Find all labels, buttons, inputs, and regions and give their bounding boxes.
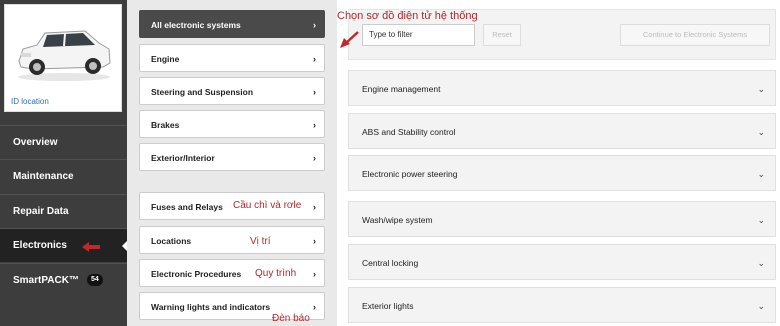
category-label: Brakes [151, 120, 180, 130]
category-label: Exterior/Interior [151, 153, 215, 163]
chevron-down-icon: ⌄ [757, 84, 765, 94]
accordion-engine-management[interactable]: Engine management ⌄ [348, 70, 776, 106]
category-label: Steering and Suspension [151, 87, 254, 97]
accordion-label: Central locking [362, 258, 419, 268]
id-location-link[interactable]: ID location [11, 97, 49, 106]
category-label: Fuses and Relays [151, 202, 223, 212]
chevron-down-icon: ⌄ [757, 169, 765, 179]
accordion-abs-stability[interactable]: ABS and Stability control ⌄ [348, 113, 776, 149]
accordion-central-locking[interactable]: Central locking ⌄ [348, 244, 776, 280]
chevron-down-icon: ⌄ [757, 301, 765, 311]
category-label: All electronic systems [151, 20, 241, 30]
chevron-right-icon: › [313, 153, 316, 163]
accordion-label: Exterior lights [362, 301, 414, 311]
chevron-down-icon: ⌄ [757, 127, 765, 137]
chevron-right-icon: › [313, 87, 316, 97]
vehicle-card: ID location [4, 4, 122, 112]
annotation-procedures: Quy trình [255, 268, 297, 279]
annotation-warning: Đèn báo [272, 313, 310, 324]
category-label: Engine [151, 54, 180, 64]
nav-overview[interactable]: Overview [0, 125, 127, 159]
accordion-label: Wash/wipe system [362, 215, 433, 225]
filter-input[interactable]: Type to filter [362, 24, 475, 46]
system-category-panel: All electronic systems › Engine › Steering… [127, 0, 337, 326]
accordion-label: Engine management [362, 84, 441, 94]
chevron-right-icon: › [313, 269, 316, 279]
annotation-arrow-icon [340, 31, 359, 48]
category-brakes[interactable]: Brakes › [139, 110, 325, 138]
nav-repair-data[interactable]: Repair Data [0, 194, 127, 228]
continue-button[interactable]: Continue to Electronic Systems [620, 24, 770, 46]
nav-label: SmartPACK™ [13, 275, 79, 286]
nav-label: Repair Data [13, 206, 69, 217]
accordion-label: ABS and Stability control [362, 127, 456, 137]
accordion-power-steering[interactable]: Electronic power steering ⌄ [348, 155, 776, 191]
chevron-right-icon: › [313, 202, 316, 212]
chevron-right-icon: › [313, 120, 316, 130]
chevron-right-icon: › [313, 20, 316, 30]
reset-button[interactable]: Reset [483, 24, 521, 46]
accordion-label: Electronic power steering [362, 169, 458, 179]
category-label: Warning lights and indicators [151, 302, 271, 312]
annotation-select-diagram: Chọn sơ đồ điện tử hệ thống [337, 10, 478, 22]
chevron-down-icon: ⌄ [757, 258, 765, 268]
nav-label: Electronics [13, 240, 67, 251]
chevron-right-icon: › [313, 236, 316, 246]
chevron-right-icon: › [313, 54, 316, 64]
category-electronic-procedures[interactable]: Electronic Procedures › [139, 259, 325, 287]
category-engine[interactable]: Engine › [139, 44, 325, 72]
nav-label: Maintenance [13, 171, 74, 182]
vehicle-image [18, 30, 111, 81]
accordion-exterior-lights[interactable]: Exterior lights ⌄ [348, 287, 776, 323]
annotation-locations: Vị trí [250, 236, 271, 247]
category-steering-suspension[interactable]: Steering and Suspension › [139, 77, 325, 105]
category-locations[interactable]: Locations › [139, 226, 325, 254]
annotation-fuses: Cầu chì và rơle [233, 200, 302, 211]
category-exterior-interior[interactable]: Exterior/Interior › [139, 143, 325, 171]
nav-electronics[interactable]: Electronics [0, 228, 127, 262]
accordion-wash-wipe[interactable]: Wash/wipe system ⌄ [348, 201, 776, 237]
category-label: Locations [151, 236, 192, 246]
chevron-down-icon: ⌄ [757, 215, 765, 225]
left-sidebar: ID location Overview Maintenance Repair … [0, 0, 127, 326]
category-all-electronic-systems[interactable]: All electronic systems › [139, 10, 325, 38]
smartpack-count-badge: 54 [86, 274, 103, 287]
nav-maintenance[interactable]: Maintenance [0, 159, 127, 193]
nav-smartpack[interactable]: SmartPACK™ 54 [0, 263, 127, 297]
systems-panel: Type to filter Reset Continue to Electro… [337, 0, 780, 326]
category-label: Electronic Procedures [151, 269, 242, 279]
annotation-arrow-left-icon [82, 242, 100, 252]
chevron-right-icon: › [313, 302, 316, 312]
nav-label: Overview [13, 137, 58, 148]
